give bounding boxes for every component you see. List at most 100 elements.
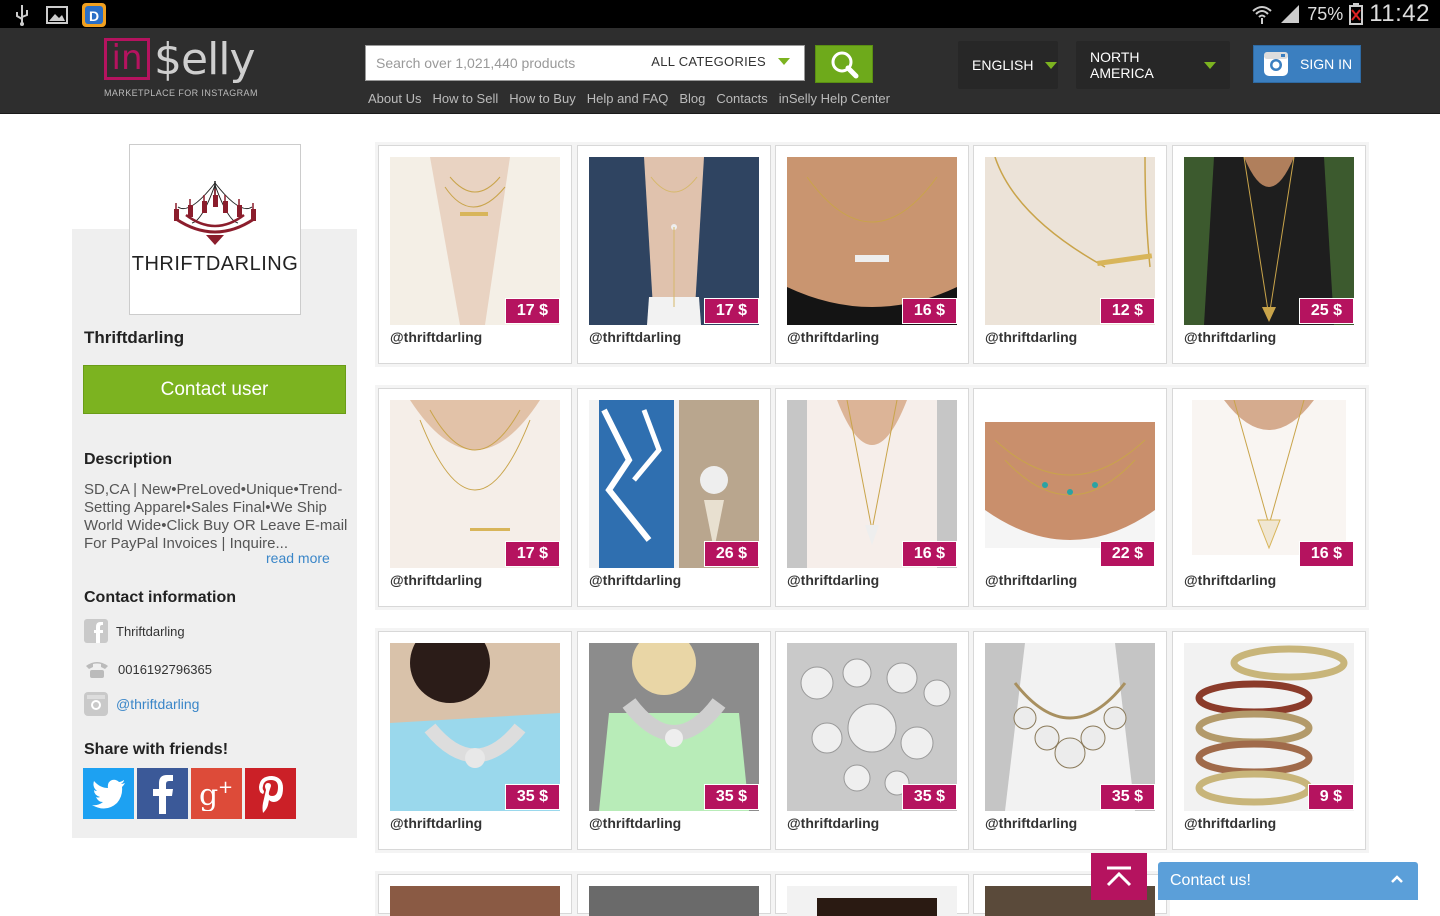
product-card[interactable]: 35 $ @thriftdarling (577, 631, 771, 850)
share-google-plus-button[interactable]: g + (191, 768, 242, 819)
seller-handle[interactable]: @thriftdarling (985, 329, 1077, 345)
seller-handle[interactable]: @thriftdarling (985, 815, 1077, 831)
contact-instagram[interactable]: @thriftdarling (84, 692, 199, 716)
product-image[interactable] (589, 886, 759, 916)
share-facebook-button[interactable] (137, 768, 188, 819)
product-card[interactable]: 17 $ @thriftdarling (577, 145, 771, 364)
search-button[interactable] (815, 45, 873, 83)
price-badge: 9 $ (1307, 784, 1354, 810)
contact-us-widget[interactable]: Contact us! (1158, 862, 1418, 900)
price-badge: 17 $ (504, 298, 560, 324)
scroll-to-top-button[interactable] (1091, 853, 1147, 900)
gallery-icon (46, 6, 68, 24)
avatar: THRIFTDARLING (129, 144, 301, 315)
product-card[interactable]: 35 $ @thriftdarling (973, 631, 1167, 850)
logo[interactable]: in $elly MARKETPLACE FOR INSTAGRAM (104, 34, 264, 104)
product-image[interactable] (787, 886, 957, 916)
category-select[interactable]: ALL CATEGORIES (651, 54, 790, 69)
contact-phone: 0016192796365 (84, 659, 212, 679)
price-badge: 16 $ (901, 298, 957, 324)
seller-handle[interactable]: @thriftdarling (787, 572, 879, 588)
product-image[interactable] (390, 886, 560, 916)
chevron-down-icon (1045, 61, 1058, 69)
seller-handle[interactable]: @thriftdarling (589, 572, 681, 588)
category-label: ALL CATEGORIES (651, 54, 766, 69)
product-card[interactable] (577, 874, 771, 916)
search-input[interactable] (376, 50, 646, 76)
price-badge: 17 $ (504, 541, 560, 567)
product-card[interactable]: 9 $ @thriftdarling (1172, 631, 1366, 850)
seller-handle[interactable]: @thriftdarling (1184, 329, 1276, 345)
price-badge: 25 $ (1298, 298, 1354, 324)
region-label: NORTH AMERICA (1090, 49, 1154, 81)
seller-handle[interactable]: @thriftdarling (787, 329, 879, 345)
nav-about-us[interactable]: About Us (368, 91, 421, 106)
nav-help-center[interactable]: inSelly Help Center (779, 91, 890, 106)
nav-how-to-sell[interactable]: How to Sell (432, 91, 498, 106)
site-header: in $elly MARKETPLACE FOR INSTAGRAM ALL C… (0, 28, 1440, 114)
battery-icon (1349, 3, 1364, 25)
product-card[interactable]: 16 $ @thriftdarling (1172, 388, 1366, 607)
seller-handle[interactable]: @thriftdarling (390, 815, 482, 831)
price-badge: 35 $ (901, 784, 957, 810)
seller-handle[interactable]: @thriftdarling (589, 329, 681, 345)
seller-handle[interactable]: @thriftdarling (390, 572, 482, 588)
wifi-icon (1252, 6, 1272, 24)
nav-contacts[interactable]: Contacts (716, 91, 767, 106)
clock: 11:42 (1369, 0, 1430, 27)
product-card[interactable]: 17 $ @thriftdarling (378, 388, 572, 607)
price-badge: 35 $ (1099, 784, 1155, 810)
svg-text:D: D (89, 8, 99, 24)
logo-wordmark: $elly (154, 34, 256, 85)
sign-in-button[interactable]: SIGN IN (1253, 45, 1361, 83)
product-card[interactable] (378, 874, 572, 916)
seller-handle[interactable]: @thriftdarling (1184, 815, 1276, 831)
seller-handle[interactable]: @thriftdarling (390, 329, 482, 345)
product-card[interactable] (775, 874, 969, 916)
description-title: Description (84, 451, 173, 468)
seller-handle[interactable]: @thriftdarling (1184, 572, 1276, 588)
seller-handle[interactable]: @thriftdarling (985, 572, 1077, 588)
price-badge: 17 $ (703, 298, 759, 324)
price-badge: 16 $ (1298, 541, 1354, 567)
product-card[interactable]: 12 $ @thriftdarling (973, 145, 1167, 364)
region-dropdown[interactable]: NORTH AMERICA (1076, 41, 1230, 89)
product-card[interactable]: 17 $ @thriftdarling (378, 145, 572, 364)
nav-how-to-buy[interactable]: How to Buy (509, 91, 575, 106)
product-card[interactable]: 22 $ @thriftdarling (973, 388, 1167, 607)
instagram-icon (1264, 52, 1288, 76)
nav-help-faq[interactable]: Help and FAQ (587, 91, 669, 106)
contact-info-title: Contact information (84, 589, 236, 606)
contact-user-button[interactable]: Contact user (83, 365, 346, 414)
seller-handle[interactable]: @thriftdarling (787, 815, 879, 831)
logo-tagline: MARKETPLACE FOR INSTAGRAM (104, 88, 258, 98)
product-card[interactable]: 26 $ @thriftdarling (577, 388, 771, 607)
language-dropdown[interactable]: ENGLISH (958, 41, 1058, 89)
sign-in-label: SIGN IN (1300, 56, 1353, 72)
phone-number: 0016192796365 (118, 661, 212, 677)
facebook-name: Thriftdarling (116, 623, 185, 639)
chevron-down-icon (1204, 61, 1216, 69)
profile-username: Thriftdarling (84, 328, 185, 347)
usb-icon (16, 5, 28, 26)
facebook-icon (84, 619, 108, 643)
language-label: ENGLISH (972, 57, 1034, 73)
product-card[interactable]: 25 $ @thriftdarling (1172, 145, 1366, 364)
price-badge: 22 $ (1099, 541, 1155, 567)
instagram-icon (84, 692, 108, 716)
share-twitter-button[interactable] (83, 768, 134, 819)
nav-blog[interactable]: Blog (679, 91, 705, 106)
share-pinterest-button[interactable] (245, 768, 296, 819)
instagram-link[interactable]: @thriftdarling (116, 696, 199, 712)
seller-handle[interactable]: @thriftdarling (589, 815, 681, 831)
read-more-link[interactable]: read more (258, 550, 330, 566)
chevron-up-icon (1106, 866, 1132, 886)
price-badge: 16 $ (901, 541, 957, 567)
price-badge: 26 $ (703, 541, 759, 567)
contact-facebook[interactable]: Thriftdarling (84, 619, 185, 643)
product-card[interactable]: 35 $ @thriftdarling (775, 631, 969, 850)
product-card[interactable]: 16 $ @thriftdarling (775, 388, 969, 607)
product-card[interactable]: 16 $ @thriftdarling (775, 145, 969, 364)
signal-icon (1281, 5, 1300, 23)
product-card[interactable]: 35 $ @thriftdarling (378, 631, 572, 850)
